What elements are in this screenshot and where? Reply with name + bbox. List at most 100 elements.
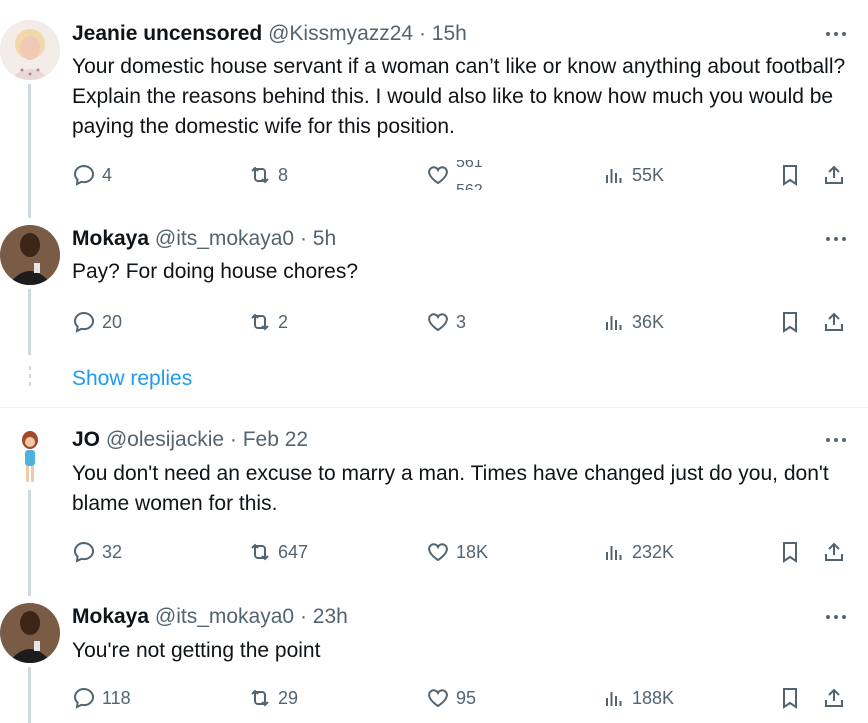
retweet-button[interactable]: 8 [248, 160, 288, 190]
like-count: 95 [456, 687, 477, 708]
avatar[interactable] [0, 225, 60, 285]
bookmark-icon [783, 688, 797, 709]
like-button[interactable]: 18K [426, 537, 488, 567]
more-icon[interactable] [824, 231, 848, 247]
share-icon [825, 688, 843, 707]
views-button[interactable]: 232K [602, 537, 674, 567]
bookmark-icon [783, 542, 797, 563]
like-count-bottom: 562 [456, 182, 483, 190]
views-count: 36K [632, 311, 665, 332]
reply-button[interactable]: 20 [72, 307, 122, 337]
tweet-header: Mokaya @its_mokaya0 · 23h [72, 603, 348, 631]
retweet-button[interactable]: 29 [248, 683, 298, 713]
like-count-animating: 561 562 [456, 160, 496, 190]
handle[interactable]: @Kissmyazz24 [268, 22, 413, 45]
bookmark-icon [783, 312, 797, 333]
like-count: 18K [456, 541, 489, 562]
action-bar: 4 8 561 562 55K [72, 160, 862, 190]
avatar[interactable] [0, 20, 60, 80]
reply-count: 20 [102, 311, 123, 332]
like-count-top: 561 [456, 160, 483, 171]
timestamp[interactable]: · 23h [300, 605, 348, 628]
retweet-icon [251, 543, 269, 561]
retweet-count: 2 [278, 311, 289, 332]
retweet-button[interactable]: 647 [248, 537, 308, 567]
like-count: 3 [456, 311, 467, 332]
views-count: 55K [632, 164, 665, 185]
action-bar: 118 29 95 188K [72, 683, 862, 713]
reply-count: 118 [102, 687, 131, 708]
thread-line [28, 84, 31, 218]
reply-count: 32 [102, 541, 123, 562]
views-icon [606, 316, 622, 330]
retweet-button[interactable]: 2 [248, 307, 288, 337]
tweet-2[interactable]: Mokaya @its_mokaya0 · 5h Pay? For doing … [0, 225, 868, 355]
like-button[interactable]: 95 [426, 683, 476, 713]
bookmark-button[interactable] [778, 683, 802, 713]
share-button[interactable] [822, 683, 846, 713]
retweet-count: 8 [278, 164, 289, 185]
share-button[interactable] [822, 307, 846, 337]
display-name[interactable]: Mokaya [72, 605, 149, 628]
tweet-3[interactable]: JO @olesijackie · Feb 22 You don't need … [0, 426, 868, 596]
reply-button[interactable]: 4 [72, 160, 112, 190]
handle[interactable]: @its_mokaya0 [155, 227, 294, 250]
retweet-count: 647 [278, 541, 309, 562]
tweet-header: Mokaya @its_mokaya0 · 5h [72, 225, 336, 253]
thread-dots [29, 366, 31, 390]
bookmark-button[interactable] [778, 160, 802, 190]
handle[interactable]: @olesijackie [106, 428, 224, 451]
views-icon [606, 546, 622, 560]
reply-count: 4 [102, 164, 113, 185]
retweet-icon [251, 166, 269, 184]
thread-line [28, 490, 31, 596]
share-icon [825, 312, 843, 331]
display-name[interactable]: Jeanie uncensored [72, 22, 262, 45]
more-icon[interactable] [824, 26, 848, 42]
reply-icon [73, 164, 95, 186]
avatar[interactable] [0, 603, 60, 663]
bookmark-button[interactable] [778, 537, 802, 567]
bookmark-button[interactable] [778, 307, 802, 337]
tweet-4[interactable]: Mokaya @its_mokaya0 · 23h You're not get… [0, 603, 868, 723]
tweet-header: Jeanie uncensored @Kissmyazz24 · 15h [72, 20, 467, 48]
display-name[interactable]: JO [72, 428, 100, 451]
reply-button[interactable]: 118 [72, 683, 131, 713]
reply-icon [73, 687, 95, 709]
views-button[interactable]: 36K [602, 307, 664, 337]
like-button[interactable]: 3 [426, 307, 466, 337]
reply-button[interactable]: 32 [72, 537, 122, 567]
like-button[interactable]: 561 562 [426, 160, 496, 190]
views-icon [606, 692, 622, 706]
retweet-icon [251, 689, 269, 707]
views-icon [606, 169, 622, 183]
tweet-text: Your domestic house servant if a woman c… [72, 55, 846, 138]
show-replies-link[interactable]: Show replies [72, 367, 192, 391]
views-button[interactable]: 188K [602, 683, 674, 713]
timestamp[interactable]: · 5h [300, 227, 336, 250]
tweet-1[interactable]: Jeanie uncensored @Kissmyazz24 · 15h You… [0, 20, 868, 218]
retweet-icon [251, 313, 269, 331]
more-icon[interactable] [824, 609, 848, 625]
more-icon[interactable] [824, 432, 848, 448]
display-name[interactable]: Mokaya [72, 227, 149, 250]
reply-icon [73, 541, 95, 563]
views-button[interactable]: 55K [602, 160, 664, 190]
divider [0, 407, 868, 408]
action-bar: 20 2 3 36K [72, 307, 862, 337]
like-icon [428, 313, 448, 332]
share-button[interactable] [822, 160, 846, 190]
avatar[interactable] [0, 426, 60, 486]
handle[interactable]: @its_mokaya0 [155, 605, 294, 628]
tweet-text: Pay? For doing house chores? [72, 260, 359, 283]
share-button[interactable] [822, 537, 846, 567]
views-count: 232K [632, 541, 675, 562]
views-count: 188K [632, 687, 675, 708]
tweet-header: JO @olesijackie · Feb 22 [72, 426, 308, 454]
reply-icon [73, 311, 95, 333]
tweet-text: You don't need an excuse to marry a man.… [72, 462, 829, 515]
timestamp[interactable]: · Feb 22 [230, 428, 308, 451]
timestamp[interactable]: · 15h [419, 22, 467, 45]
retweet-count: 29 [278, 687, 299, 708]
like-icon [428, 166, 448, 185]
